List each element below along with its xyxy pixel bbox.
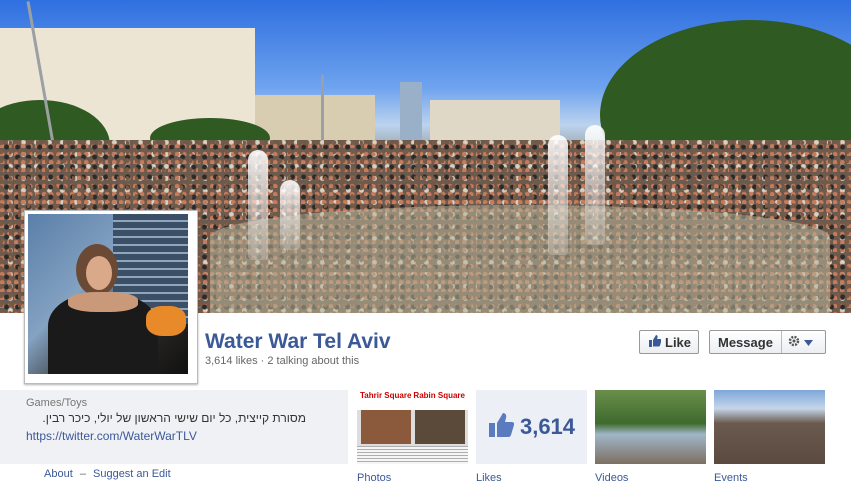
events-tile[interactable] [714, 390, 825, 464]
thumbs-up-icon [488, 412, 515, 442]
profile-picture[interactable] [24, 210, 198, 384]
photos-label[interactable]: Photos [357, 472, 391, 484]
message-button[interactable]: Message [710, 331, 782, 353]
page-title[interactable]: Water War Tel Aviv [205, 330, 391, 354]
website-link[interactable]: https://twitter.com/WaterWarTLV [26, 429, 197, 443]
page-description: מסורת קייצית, כל יום שישי הראשון של יולי… [42, 411, 306, 425]
page-category: Games/Toys [26, 397, 88, 409]
likes-label[interactable]: Likes [476, 472, 502, 484]
likes-tile[interactable]: 3,614 [476, 390, 587, 464]
likes-count: 3,614 [519, 414, 576, 439]
like-button-label: Like [665, 334, 692, 350]
message-button-group: Message [709, 330, 826, 354]
about-links: About – Suggest an Edit [44, 468, 171, 480]
thumbs-up-icon [648, 334, 662, 350]
photo-caption-left: Tahrir Square [360, 391, 412, 400]
videos-label[interactable]: Videos [595, 472, 628, 484]
about-link[interactable]: About [44, 468, 73, 480]
photo-caption-right: Rabin Square [413, 391, 465, 400]
events-label[interactable]: Events [714, 472, 748, 484]
settings-dropdown[interactable] [782, 335, 813, 350]
like-button[interactable]: Like [639, 330, 699, 354]
page-stats: 3,614 likes · 2 talking about this [205, 355, 360, 367]
suggest-edit-link[interactable]: Suggest an Edit [93, 468, 171, 480]
photos-tile[interactable]: Tahrir Square Rabin Square [357, 390, 468, 464]
link-separator: – [79, 468, 86, 480]
chevron-down-icon [803, 335, 813, 349]
gear-icon [788, 335, 800, 350]
videos-tile[interactable] [595, 390, 706, 464]
